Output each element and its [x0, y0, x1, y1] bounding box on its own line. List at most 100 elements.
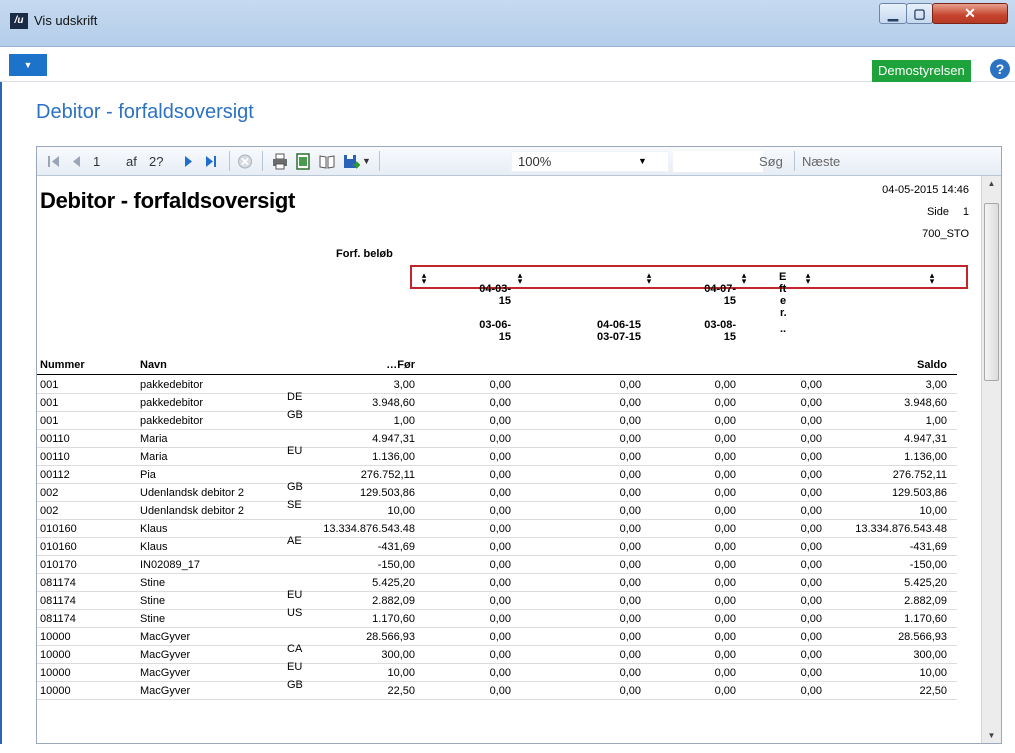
last-page-icon[interactable]: [202, 153, 220, 170]
forf-amount-header: Forf. beløb: [336, 248, 393, 260]
toolbar-separator: [379, 151, 380, 171]
cell-nummer: 001: [40, 415, 59, 427]
maximize-button[interactable]: ▢: [906, 3, 933, 24]
cell-nummer: 10000: [40, 649, 71, 661]
cell-saldo: 22,50: [919, 685, 947, 697]
cell-nummer: 00110: [40, 451, 70, 463]
cell-efter: 0,00: [800, 523, 822, 535]
cell-period2: 0,00: [619, 559, 641, 571]
cell-country-code: CA: [287, 643, 303, 655]
cell-period3: 0,00: [714, 685, 736, 697]
cell-nummer: 10000: [40, 685, 71, 697]
table-row: 010160 Klaus -431,69 0,00 0,00 0,00 0,00 -431,6…: [37, 535, 957, 556]
cell-period2: 0,00: [619, 541, 641, 553]
print-icon[interactable]: [271, 153, 289, 170]
table-row: 00110 Maria 4.947,31 0,00 0,00 0,00 0,00 4.947,…: [37, 430, 957, 448]
cell-period3: 0,00: [714, 667, 736, 679]
sort-icon[interactable]: ▴ ▾: [516, 271, 524, 286]
cell-country-code: US: [287, 607, 303, 619]
close-button[interactable]: ✕: [932, 3, 1008, 24]
cell-period2: 0,00: [619, 469, 641, 481]
cell-navn: MacGyver: [140, 631, 191, 643]
cell-efter: 0,00: [800, 469, 822, 481]
zoom-dropdown-icon[interactable]: ▼: [638, 156, 647, 166]
cell-navn: Klaus: [140, 541, 168, 553]
scroll-down-icon[interactable]: ▼: [982, 728, 1001, 743]
cell-period1: 0,00: [489, 577, 511, 589]
app-menu-button[interactable]: ▼: [9, 54, 47, 76]
report-scrollbar[interactable]: ▲ ▼: [981, 176, 1001, 743]
first-page-icon[interactable]: [45, 153, 63, 170]
sort-icon[interactable]: ▴ ▾: [645, 271, 653, 286]
cell-nummer: 10000: [40, 631, 71, 643]
current-page-input[interactable]: 1: [93, 152, 113, 171]
sort-icon[interactable]: ▴ ▾: [804, 271, 812, 286]
cell-navn: MacGyver: [140, 667, 191, 679]
col-header-period1-c: 03-06-: [479, 319, 511, 331]
cell-nummer: 002: [40, 487, 59, 499]
zoom-value: 100%: [518, 154, 552, 169]
cell-efter: 0,00: [800, 613, 822, 625]
zoom-select[interactable]: 100% ▼: [511, 151, 669, 172]
minimize-button[interactable]: ▁: [879, 3, 907, 24]
cell-country-code: SE: [287, 499, 302, 511]
scroll-thumb[interactable]: [984, 203, 999, 381]
cell-saldo: 2.882,09: [904, 595, 947, 607]
stop-icon[interactable]: [236, 153, 254, 170]
cell-efter: 0,00: [800, 631, 822, 643]
cell-period2: 0,00: [619, 379, 641, 391]
search-button[interactable]: Søg: [759, 152, 783, 171]
report-page: Debitor - forfaldsoversigt 04-05-2015 14…: [37, 176, 981, 743]
cell-period3: 0,00: [714, 469, 736, 481]
company-badge[interactable]: Demostyrelsen: [872, 60, 971, 82]
col-header-efter-e: ..: [780, 323, 787, 335]
cell-period3: 0,00: [714, 541, 736, 553]
cell-country-code: AE: [287, 535, 302, 547]
cell-foer: 129.503,86: [359, 487, 415, 499]
cell-country-code: GB: [287, 409, 303, 421]
cell-foer: 13.334.876.543.48: [323, 523, 415, 535]
cell-period1: 0,00: [489, 685, 511, 697]
cell-period2: 0,00: [619, 523, 641, 535]
report-viewer: 1 af 2? ▼ 100% ▼ Søg Næste Debitor - for…: [36, 146, 1002, 744]
cell-period3: 0,00: [714, 505, 736, 517]
col-header-efter-c: e: [780, 295, 787, 307]
cell-efter: 0,00: [800, 451, 822, 463]
scroll-up-icon[interactable]: ▲: [982, 176, 1001, 192]
cell-saldo: 28.566,93: [898, 631, 947, 643]
maximize-icon: ▢: [913, 5, 926, 21]
sort-icon[interactable]: ▴ ▾: [740, 271, 748, 286]
page-setup-icon[interactable]: [318, 153, 336, 170]
cell-efter: 0,00: [800, 487, 822, 499]
cell-period3: 0,00: [714, 433, 736, 445]
cell-period1: 0,00: [489, 487, 511, 499]
sort-icon[interactable]: ▴ ▾: [420, 271, 428, 286]
cell-country-code: GB: [287, 679, 303, 691]
sort-icon[interactable]: ▴ ▾: [928, 271, 936, 286]
cell-efter: 0,00: [800, 649, 822, 661]
cell-efter: 0,00: [800, 433, 822, 445]
cell-foer: 3.948,60: [372, 397, 415, 409]
report-toolbar: 1 af 2? ▼ 100% ▼ Søg Næste: [37, 147, 1001, 176]
export-icon[interactable]: [342, 153, 360, 170]
cell-period3: 0,00: [714, 631, 736, 643]
col-header-efter-b: ft: [779, 283, 787, 295]
prev-page-icon[interactable]: [68, 153, 86, 170]
cell-efter: 0,00: [800, 667, 822, 679]
cell-efter: 0,00: [800, 397, 822, 409]
export-dropdown-arrow[interactable]: ▼: [362, 152, 371, 171]
cell-period1: 0,00: [489, 595, 511, 607]
cell-period1: 0,00: [489, 397, 511, 409]
next-page-icon[interactable]: [179, 153, 197, 170]
report-datetime: 04-05-2015 14:46: [882, 184, 969, 196]
print-layout-icon[interactable]: [294, 153, 312, 170]
cell-navn: Stine: [140, 595, 166, 607]
cell-nummer: 081174: [40, 595, 76, 607]
help-icon[interactable]: ?: [990, 59, 1010, 79]
cell-period1: 0,00: [489, 631, 511, 643]
next-match-button[interactable]: Næste: [802, 152, 840, 171]
cell-saldo: 1,00: [925, 415, 947, 427]
search-input[interactable]: [673, 151, 763, 172]
col-header-foer: …Før: [386, 359, 415, 371]
cell-period1: 0,00: [489, 379, 511, 391]
